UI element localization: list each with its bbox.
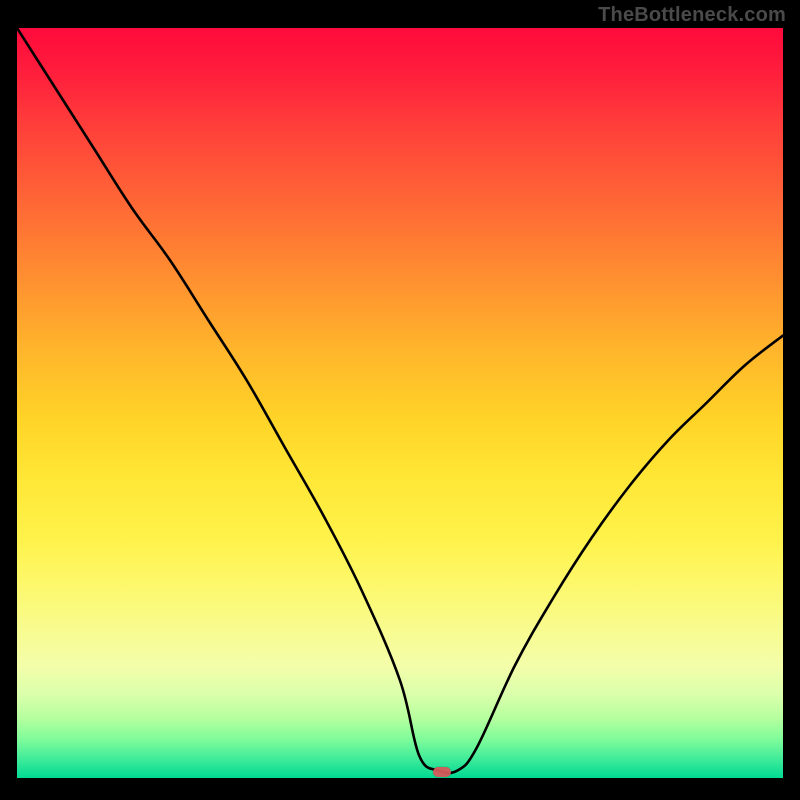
chart-frame: TheBottleneck.com xyxy=(0,0,800,800)
bottleneck-curve xyxy=(17,28,783,773)
watermark-label: TheBottleneck.com xyxy=(598,4,786,27)
curve-svg xyxy=(17,28,783,778)
optimum-marker xyxy=(433,767,451,777)
plot-area xyxy=(17,28,783,778)
